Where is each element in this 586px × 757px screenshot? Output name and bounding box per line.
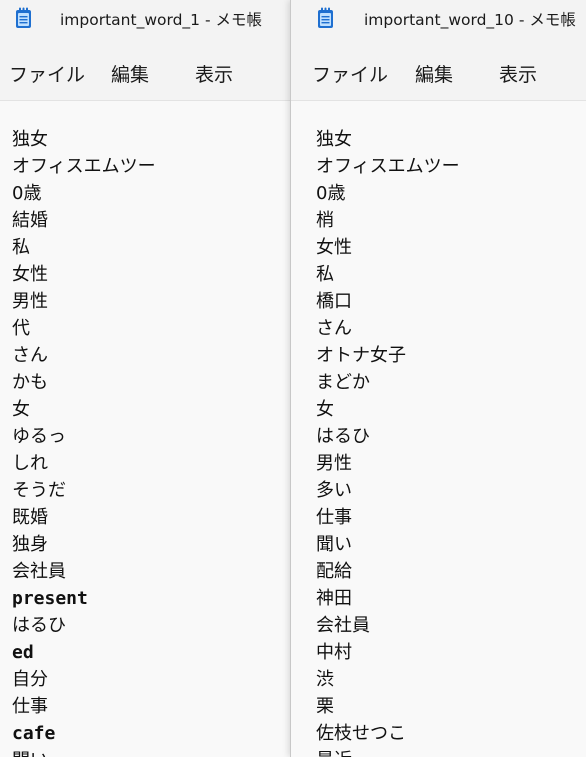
- desktop: important_word_1 - メモ帳 ファイル 編集 表示 独女オフィス…: [0, 0, 586, 757]
- text-line: 女性: [316, 237, 352, 258]
- text-line: 神田: [316, 588, 352, 609]
- text-line: 会社員: [316, 615, 370, 636]
- text-line: 私: [316, 264, 334, 285]
- text-line: 女: [316, 399, 334, 420]
- text-line: 独身: [12, 534, 48, 555]
- text-line: 聞い: [12, 747, 156, 757]
- text-line: 仕事: [316, 507, 352, 528]
- text-line: 多い: [316, 480, 352, 501]
- title-bar[interactable]: important_word_10 - メモ帳: [291, 0, 586, 38]
- notepad-icon: [318, 7, 333, 28]
- text-line: 独女: [316, 129, 352, 150]
- text-line: かも: [12, 372, 48, 393]
- text-editor[interactable]: 独女オフィスエムツー 0歳梢女性私橋口さんオトナ女子まどか女はるひ男性多い仕事聞い…: [291, 101, 586, 757]
- window-title: important_word_10 - メモ帳: [364, 11, 576, 29]
- text-line: 男性: [12, 291, 48, 312]
- text-line: 配給: [316, 561, 352, 582]
- text-line: 栗: [316, 696, 334, 717]
- text-line: さん: [12, 345, 48, 366]
- text-line: 独女: [12, 129, 48, 150]
- menu-edit[interactable]: 編集: [111, 60, 149, 87]
- text-line: present: [12, 588, 88, 609]
- title-bar[interactable]: important_word_1 - メモ帳: [0, 0, 290, 38]
- menu-bar: ファイル 編集 表示: [291, 38, 586, 101]
- text-line: はるひ: [12, 615, 66, 636]
- text-line: 私: [12, 237, 30, 258]
- text-line: 仕事: [12, 696, 48, 717]
- text-line: さん: [316, 318, 352, 339]
- text-line: 既婚: [12, 507, 48, 528]
- text-line: 結婚: [12, 210, 48, 231]
- notepad-window-right[interactable]: important_word_10 - メモ帳 ファイル 編集 表示 独女オフィ…: [290, 0, 586, 757]
- menu-file[interactable]: ファイル: [312, 60, 388, 87]
- text-line: まどか: [316, 372, 370, 393]
- notepad-window-left[interactable]: important_word_1 - メモ帳 ファイル 編集 表示 独女オフィス…: [0, 0, 290, 757]
- notepad-icon: [16, 7, 31, 28]
- text-line: はるひ: [316, 426, 370, 447]
- menu-file[interactable]: ファイル: [9, 60, 85, 87]
- text-line: 最近: [316, 747, 460, 757]
- text-line: 佐枝せつこ: [316, 723, 406, 744]
- text-line: そうだ: [12, 480, 66, 501]
- text-line: 0歳: [12, 183, 42, 204]
- text-line: 会社員: [12, 561, 66, 582]
- text-line: 梢: [316, 210, 334, 231]
- text-line: cafe: [12, 723, 56, 744]
- text-line: ed: [12, 642, 34, 663]
- window-title: important_word_1 - メモ帳: [60, 11, 262, 29]
- text-line: 自分: [12, 669, 48, 690]
- text-line: オフィスエムツー: [316, 156, 460, 177]
- text-line: オフィスエムツー: [12, 156, 156, 177]
- text-lines: 独女オフィスエムツー 0歳結婚私女性男性代さんかも女ゆるっしれそうだ既婚独身会社員…: [12, 126, 156, 757]
- menu-view[interactable]: 表示: [499, 60, 537, 87]
- text-line: 0歳: [316, 183, 346, 204]
- menu-bar: ファイル 編集 表示: [0, 38, 290, 101]
- menu-view[interactable]: 表示: [195, 60, 233, 87]
- text-lines: 独女オフィスエムツー 0歳梢女性私橋口さんオトナ女子まどか女はるひ男性多い仕事聞い…: [316, 126, 460, 757]
- text-line: 聞い: [316, 534, 352, 555]
- text-editor[interactable]: 独女オフィスエムツー 0歳結婚私女性男性代さんかも女ゆるっしれそうだ既婚独身会社員…: [0, 101, 290, 757]
- menu-edit[interactable]: 編集: [415, 60, 453, 87]
- text-line: 橋口: [316, 291, 352, 312]
- text-line: 男性: [316, 453, 352, 474]
- text-line: ゆるっ: [12, 426, 66, 447]
- text-line: 中村: [316, 642, 352, 663]
- text-line: しれ: [12, 453, 48, 474]
- text-line: オトナ女子: [316, 345, 406, 366]
- text-line: 女: [12, 399, 30, 420]
- text-line: 女性: [12, 264, 48, 285]
- text-line: 渋: [316, 669, 334, 690]
- text-line: 代: [12, 318, 30, 339]
